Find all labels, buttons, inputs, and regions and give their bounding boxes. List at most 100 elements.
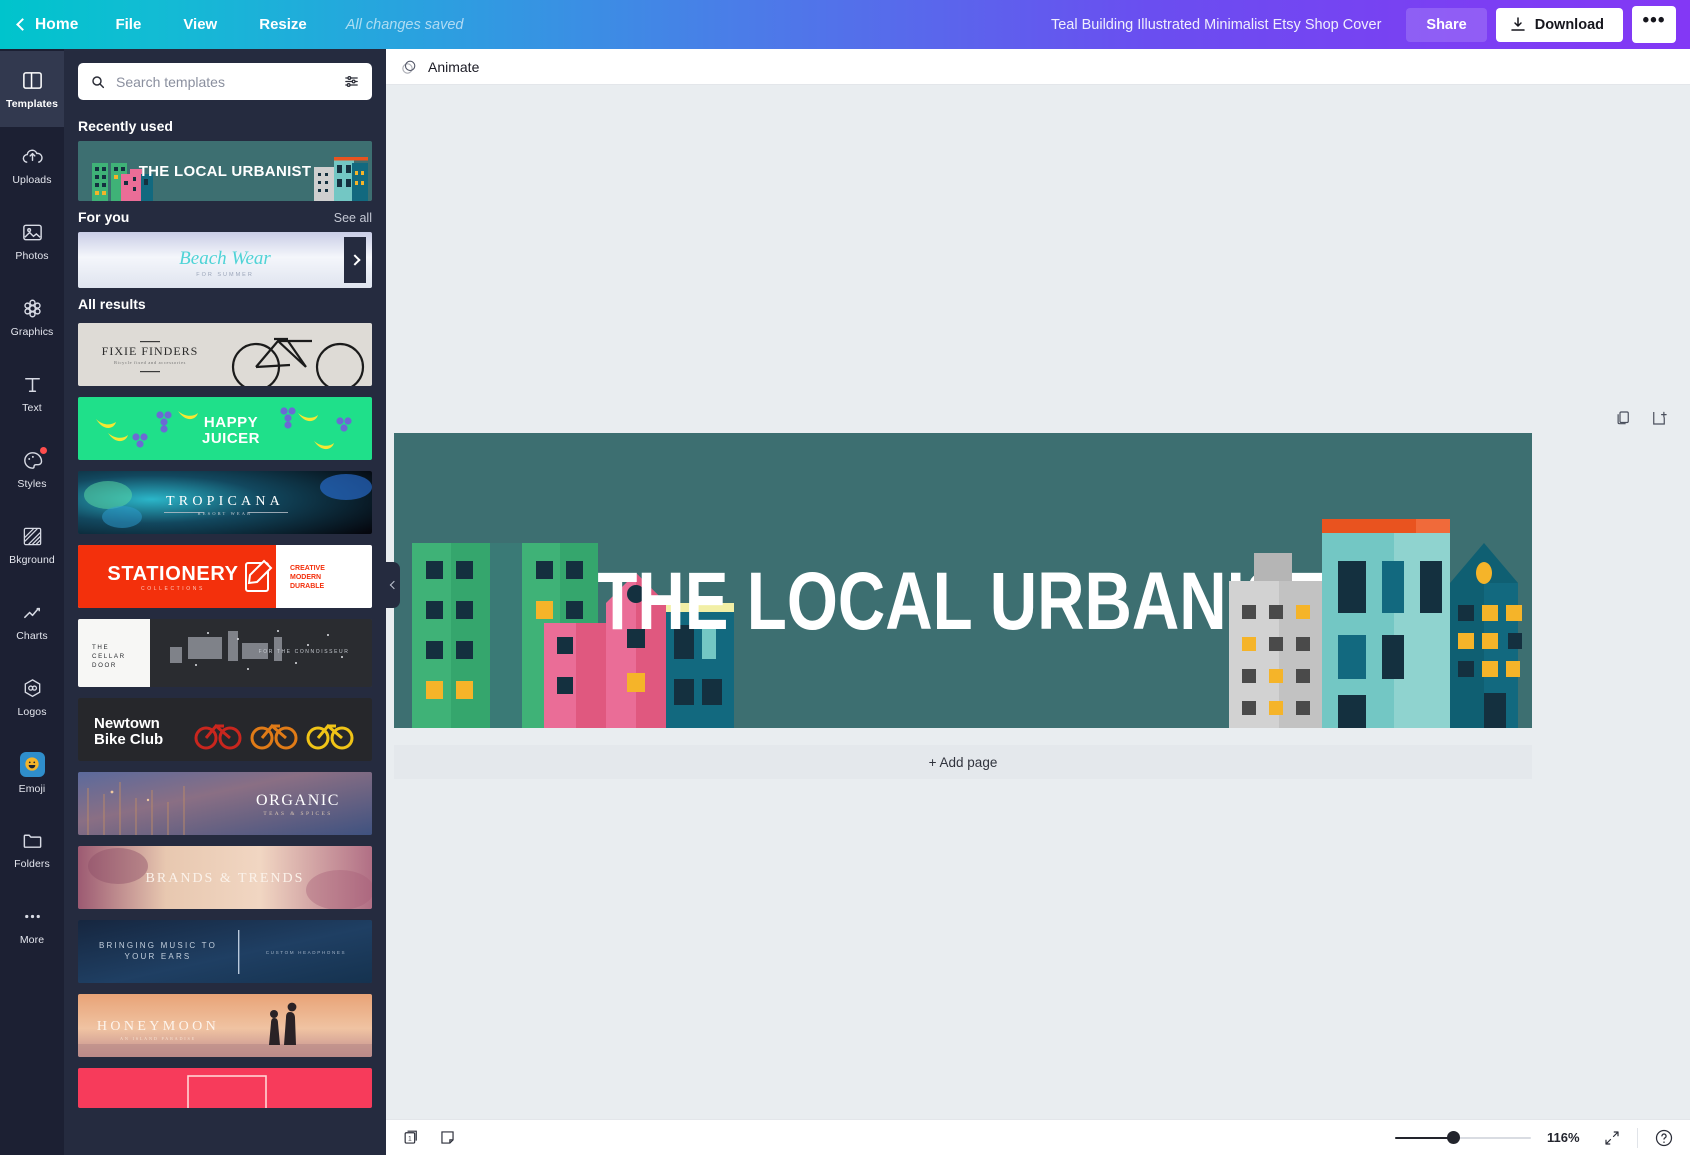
zoom-slider-knob[interactable] <box>1447 1131 1460 1144</box>
svg-text:FOR SUMMER: FOR SUMMER <box>196 272 254 278</box>
filter-sliders-icon[interactable] <box>343 73 360 90</box>
svg-text:Bike Club: Bike Club <box>94 731 163 748</box>
template-card-tropicana[interactable]: TROPICANA RESORT WEAR <box>78 471 372 534</box>
svg-text:Newtown: Newtown <box>94 715 160 732</box>
template-card-newtown[interactable]: Newtown Bike Club <box>78 698 372 761</box>
svg-text:THE: THE <box>92 644 109 651</box>
svg-text:STATIONERY: STATIONERY <box>107 563 238 585</box>
design-page[interactable]: THE LOCAL URBANIST <box>394 433 1532 728</box>
graphics-icon <box>21 297 44 320</box>
design-artwork: THE LOCAL URBANIST <box>394 433 1532 728</box>
rail-item-bkground[interactable]: Bkground <box>0 507 64 583</box>
svg-text:CUSTOM HEADPHONES: CUSTOM HEADPHONES <box>266 950 346 955</box>
svg-text:JUICER: JUICER <box>202 430 260 447</box>
template-card-stationery[interactable]: STATIONERY COLLECTIONS CREATIVE MODERN D… <box>78 545 372 608</box>
styles-palette-icon <box>21 449 44 472</box>
rail-item-styles[interactable]: Styles <box>0 431 64 507</box>
canva-editor: Home File View Resize All changes saved … <box>0 0 1690 1155</box>
section-for-you: For you See all <box>64 201 386 232</box>
svg-text:ORGANIC: ORGANIC <box>256 792 340 809</box>
add-page-button[interactable]: + Add page <box>394 745 1532 779</box>
search-input[interactable]: Search templates <box>78 63 372 100</box>
template-card-juicer[interactable]: HAPPY JUICER <box>78 397 372 460</box>
top-bar-right: Teal Building Illustrated Minimalist Ets… <box>1051 0 1690 49</box>
canvas-column: Animate <box>386 49 1690 1155</box>
download-button[interactable]: Download <box>1496 8 1623 42</box>
rail-label-uploads: Uploads <box>12 175 51 186</box>
notes-icon[interactable] <box>438 1128 457 1147</box>
svg-text:Beach Wear: Beach Wear <box>179 248 271 269</box>
template-card-music[interactable]: BRINGING MUSIC TO YOUR EARS CUSTOM HEADP… <box>78 920 372 983</box>
template-card-organic[interactable]: ORGANIC TEAS & SPICES <box>78 772 372 835</box>
svg-text:AN ISLAND PARADISE: AN ISLAND PARADISE <box>120 1036 196 1041</box>
template-card-redcard[interactable] <box>78 1068 372 1108</box>
page-actions <box>1614 409 1668 427</box>
document-title[interactable]: Teal Building Illustrated Minimalist Ets… <box>1051 17 1381 33</box>
svg-text:HONEYMOON: HONEYMOON <box>97 1019 219 1034</box>
page-manager-icon[interactable]: 1 <box>402 1128 421 1147</box>
bottom-bar: 1 116% <box>386 1119 1690 1155</box>
see-all-link[interactable]: See all <box>334 211 372 225</box>
svg-text:COLLECTIONS: COLLECTIONS <box>141 586 205 592</box>
more-options-button[interactable]: ••• <box>1632 6 1676 43</box>
recently-used-list: THE LOCAL URBANIST <box>64 141 386 201</box>
logos-icon <box>21 677 44 700</box>
rail-item-text[interactable]: Text <box>0 355 64 431</box>
rail-label-folders: Folders <box>14 859 50 870</box>
top-bar: Home File View Resize All changes saved … <box>0 0 1690 49</box>
rail-item-more[interactable]: More <box>0 887 64 963</box>
svg-text:MODERN: MODERN <box>290 574 321 581</box>
bottom-left-tools: 1 <box>402 1128 457 1147</box>
menu-resize-label: Resize <box>259 16 307 33</box>
svg-text:FIXIE FINDERS: FIXIE FINDERS <box>102 344 199 358</box>
rail-item-folders[interactable]: Folders <box>0 811 64 887</box>
rail-item-graphics[interactable]: Graphics <box>0 279 64 355</box>
template-card-cellar[interactable]: THE CELLAR DOOR FOR THE CONNOISSEUR <box>78 619 372 687</box>
fullscreen-icon[interactable] <box>1603 1129 1621 1147</box>
upload-cloud-icon <box>21 145 44 168</box>
duplicate-page-icon[interactable] <box>1614 409 1632 427</box>
svg-text:1: 1 <box>408 1135 412 1142</box>
svg-text:RESORT WEAR: RESORT WEAR <box>198 511 253 516</box>
menu-view[interactable]: View <box>162 0 238 49</box>
rail-item-templates[interactable]: Templates <box>0 51 64 127</box>
rail-item-charts[interactable]: Charts <box>0 583 64 659</box>
rail-label-charts: Charts <box>16 631 48 642</box>
svg-text:Bicycle fixed and accessories: Bicycle fixed and accessories <box>114 360 186 365</box>
home-button[interactable]: Home <box>0 0 94 49</box>
carousel-next-button[interactable] <box>344 237 366 283</box>
panel-collapse-handle[interactable] <box>386 562 400 608</box>
download-label: Download <box>1535 17 1604 33</box>
template-card-fixie[interactable]: FIXIE FINDERS Bicycle fixed and accessor… <box>78 323 372 386</box>
rail-label-emoji: Emoji <box>19 784 46 795</box>
styles-badge <box>40 447 47 454</box>
template-card-urbanist[interactable]: THE LOCAL URBANIST <box>78 141 372 201</box>
design-title-text: THE LOCAL URBANIST <box>597 555 1328 647</box>
download-icon <box>1510 17 1526 33</box>
chevron-right-icon <box>349 254 360 265</box>
rail-label-templates: Templates <box>6 99 58 110</box>
rail-item-uploads[interactable]: Uploads <box>0 127 64 203</box>
section-all-results: All results <box>64 288 386 319</box>
rail-item-photos[interactable]: Photos <box>0 203 64 279</box>
toolbar-divider <box>1637 1128 1638 1148</box>
rail-label-styles: Styles <box>17 479 46 490</box>
menu-file[interactable]: File <box>94 0 162 49</box>
rail-item-logos[interactable]: Logos <box>0 659 64 735</box>
templates-panel: Search templates Recently used <box>64 49 386 1155</box>
svg-text:YOUR EARS: YOUR EARS <box>125 952 192 961</box>
top-bar-left: Home File View Resize All changes saved <box>0 0 463 49</box>
rail-label-text: Text <box>22 403 42 414</box>
menu-resize[interactable]: Resize <box>238 0 328 49</box>
template-card-beachwear[interactable]: Beach Wear FOR SUMMER <box>78 232 372 288</box>
search-row: Search templates <box>64 49 386 110</box>
add-page-icon[interactable] <box>1650 409 1668 427</box>
chart-line-icon <box>21 601 44 624</box>
animate-button[interactable]: Animate <box>400 58 479 76</box>
help-circle-icon[interactable] <box>1654 1128 1674 1148</box>
template-card-brands[interactable]: BRANDS & TRENDS <box>78 846 372 909</box>
template-card-honeymoon[interactable]: HONEYMOON AN ISLAND PARADISE <box>78 994 372 1057</box>
share-button[interactable]: Share <box>1406 8 1486 42</box>
rail-item-emoji[interactable]: Emoji <box>0 735 64 811</box>
zoom-slider[interactable] <box>1395 1131 1531 1145</box>
